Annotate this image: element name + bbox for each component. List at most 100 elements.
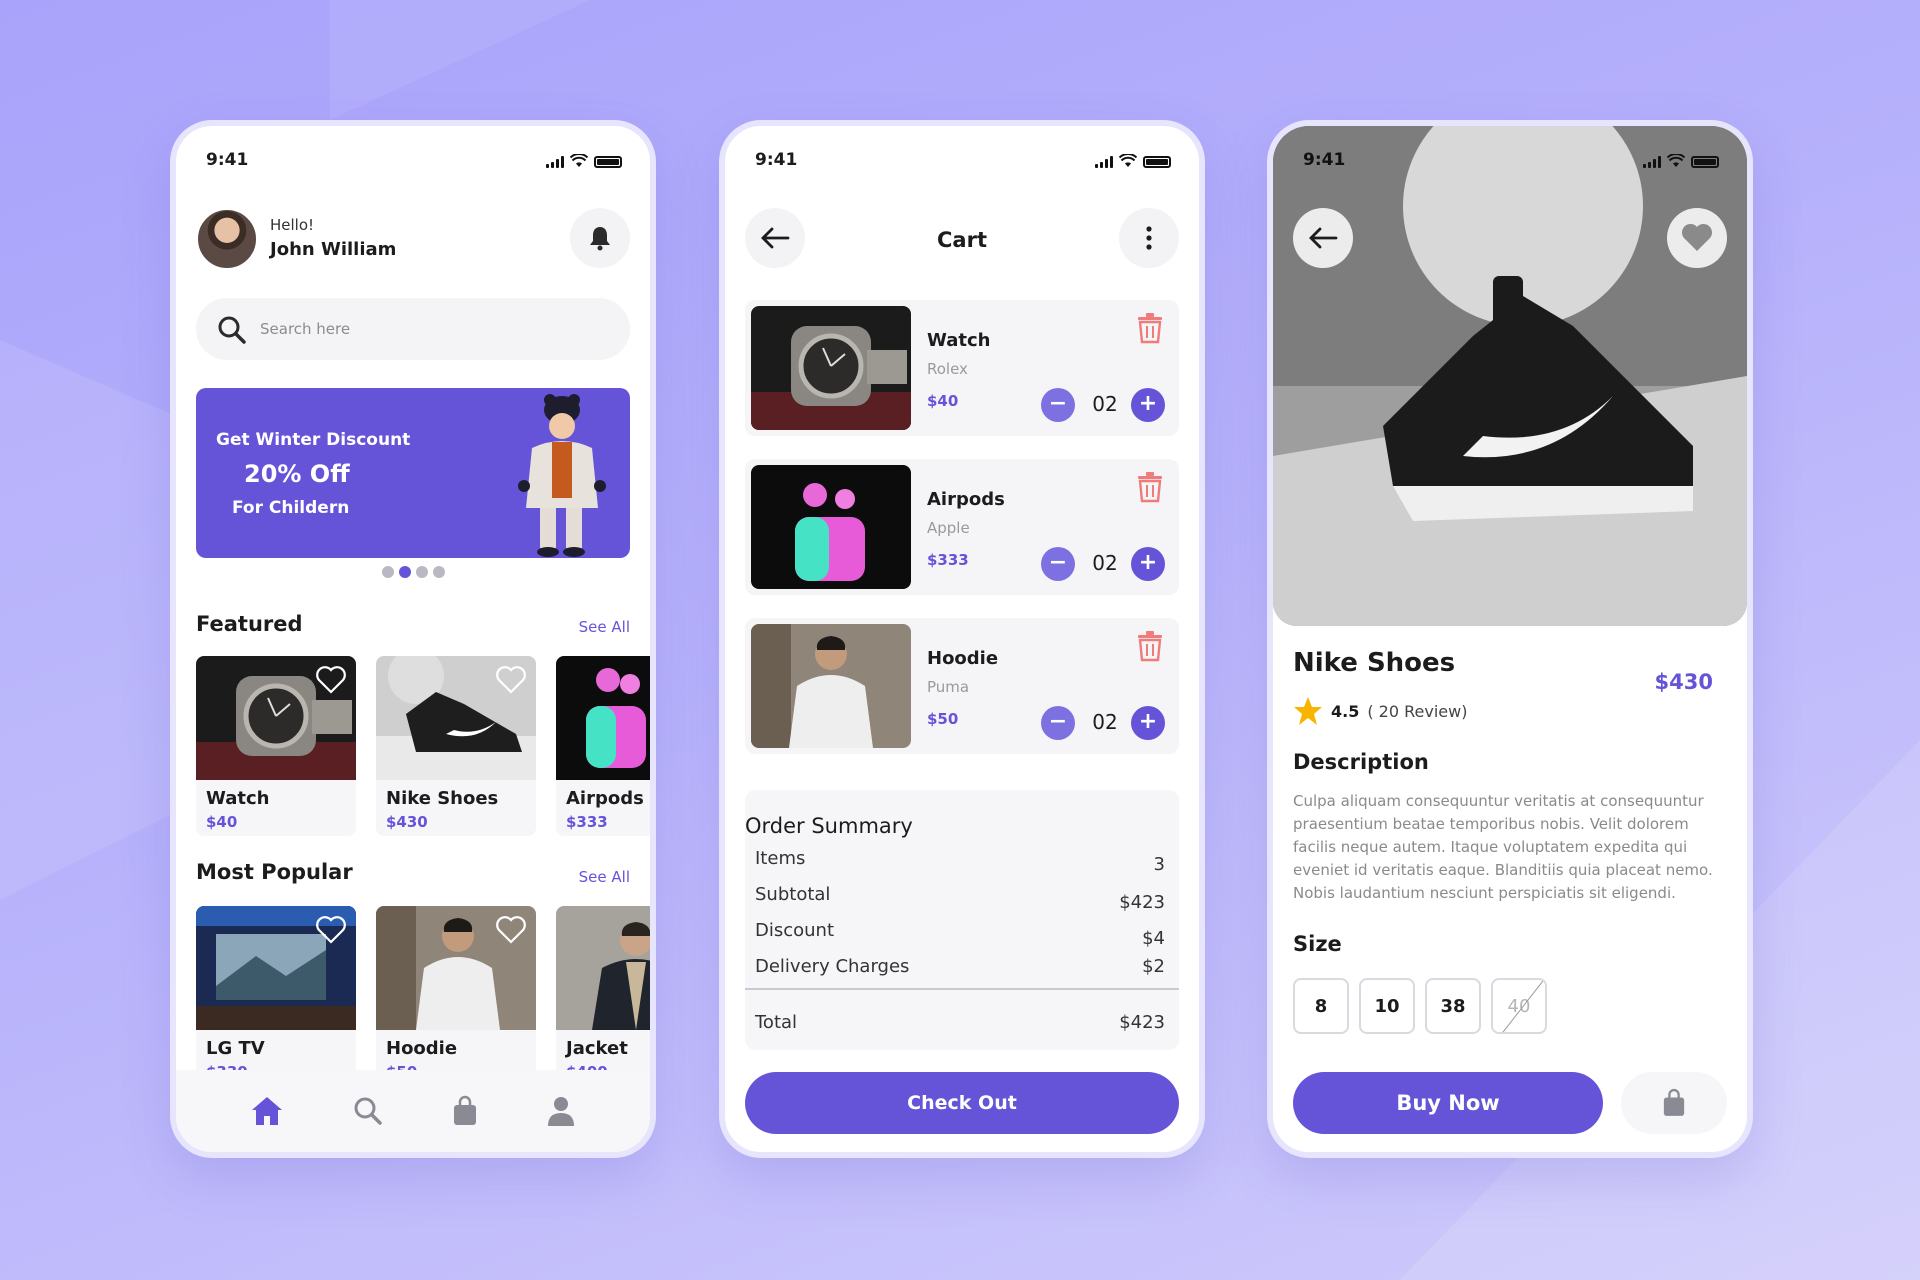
most-popular-title: Most Popular [196,860,353,884]
add-to-bag-button[interactable] [1621,1072,1727,1134]
favorite-button[interactable] [1667,208,1727,268]
cart-item-name: Hoodie [927,648,999,669]
hoodie-image [751,624,911,748]
summary-row-subtotal: Subtotal $423 [755,884,1169,913]
status-time: 9:41 [206,150,249,170]
featured-carousel: Watch $40 Nike Shoes $430 Airpods $333 [196,656,650,840]
summary-row-delivery: Delivery Charges $2 [755,956,1169,977]
status-bar: 9:41 [176,150,650,172]
review-count[interactable]: ( 20 Review) [1367,702,1467,721]
notifications-button[interactable] [570,208,630,268]
summary-label: Total [755,1012,798,1033]
search-icon[interactable] [352,1095,384,1127]
carousel-dot[interactable] [432,566,445,578]
cart-item-brand: Puma [927,678,970,696]
decrease-quantity-button[interactable]: − [1041,706,1075,740]
home-icon[interactable] [250,1095,284,1127]
summary-value: $423 [1119,892,1165,913]
product-price: $40 [206,813,238,831]
avatar[interactable] [196,208,258,270]
cart-item-name: Watch [927,330,991,351]
search-input[interactable] [260,316,590,342]
watch-image [751,306,911,430]
popular-list: LG TV $330 Hoodie $50 Jacket $400 [196,906,650,1082]
size-option[interactable]: 38 [1425,978,1481,1034]
size-option[interactable]: 10 [1359,978,1415,1034]
carousel-dot[interactable] [415,566,428,578]
summary-label: Delivery Charges [755,956,910,977]
product-card-jacket[interactable]: Jacket $400 [556,906,650,1082]
signal-icon [1643,156,1661,168]
product-card-lg-tv[interactable]: LG TV $330 [196,906,356,1082]
product-detail-screen: 9:41 Nike Shoes $430 4.5 ( 20 Review) De… [1267,120,1753,1158]
banner-headline: Get Winter Discount [216,430,411,450]
heart-icon[interactable] [496,666,526,694]
increase-quantity-button[interactable]: + [1131,706,1165,740]
profile-icon[interactable] [546,1095,576,1127]
airpods-image [751,465,911,589]
checkout-button[interactable]: Check Out [745,1072,1179,1134]
carousel-dot[interactable] [381,566,394,578]
summary-value: $4 [1142,928,1165,949]
size-option[interactable]: 8 [1293,978,1349,1034]
battery-icon [1143,156,1171,168]
product-card-nike-shoes[interactable]: Nike Shoes $430 [376,656,536,836]
summary-label: Subtotal [755,884,831,905]
carousel-dot-active[interactable] [398,566,411,578]
more-options-button[interactable] [1119,208,1179,268]
product-name: Airpods [566,788,644,809]
summary-label: Items [755,848,806,869]
popular-carousel: LG TV $330 Hoodie $50 Jacket $400 [196,906,650,1082]
product-card-watch[interactable]: Watch $40 [196,656,356,836]
background-shape [330,0,590,120]
product-price: $430 [1654,670,1713,694]
cart-item-name: Airpods [927,489,1005,510]
bag-icon[interactable] [452,1095,478,1127]
size-title: Size [1293,932,1342,956]
trash-icon[interactable] [1137,630,1163,662]
trash-icon[interactable] [1137,312,1163,344]
heart-icon[interactable] [316,666,346,694]
battery-icon [1691,156,1719,168]
decrease-quantity-button[interactable]: − [1041,388,1075,422]
most-popular-see-all-link[interactable]: See All [579,868,630,886]
promo-banner[interactable]: Get Winter Discount 20% Off For Childern [196,388,630,558]
summary-value: 3 [1153,854,1165,875]
product-card-hoodie[interactable]: Hoodie $50 [376,906,536,1082]
wifi-icon [570,154,588,167]
rating-value: 4.5 [1331,701,1360,721]
search-bar[interactable] [196,298,630,360]
buy-now-button[interactable]: Buy Now [1293,1072,1603,1134]
summary-row-discount: Discount $4 [755,920,1169,949]
search-icon [218,316,246,344]
featured-see-all-link[interactable]: See All [579,618,630,636]
arrow-left-icon [1309,227,1338,249]
back-button[interactable] [1293,208,1353,268]
quantity-value: 02 [1092,551,1118,575]
trash-icon[interactable] [1137,471,1163,503]
divider [745,988,1179,990]
wifi-icon [1667,154,1685,167]
cart-item: Watch Rolex $40 − 02 + [745,300,1179,436]
decrease-quantity-button[interactable]: − [1041,547,1075,581]
product-card-airpods[interactable]: Airpods $333 [556,656,650,836]
signal-icon [546,156,564,168]
product-price: $430 [386,813,428,831]
bag-icon [1663,1088,1685,1116]
bell-icon [590,227,610,251]
airpods-image [556,656,650,780]
carousel-indicator[interactable] [176,566,650,578]
status-bar: 9:41 [1273,150,1747,172]
wifi-icon [1119,154,1137,167]
product-name: Nike Shoes [1293,648,1456,678]
cart-item-brand: Apple [927,519,970,537]
status-time: 9:41 [755,150,798,170]
description-title: Description [1293,750,1429,774]
heart-icon[interactable] [496,916,526,944]
heart-icon[interactable] [316,916,346,944]
banner-discount: 20% Off [244,460,350,488]
order-summary-title: Order Summary [745,814,913,838]
increase-quantity-button[interactable]: + [1131,388,1165,422]
increase-quantity-button[interactable]: + [1131,547,1165,581]
more-vertical-icon [1146,226,1152,250]
